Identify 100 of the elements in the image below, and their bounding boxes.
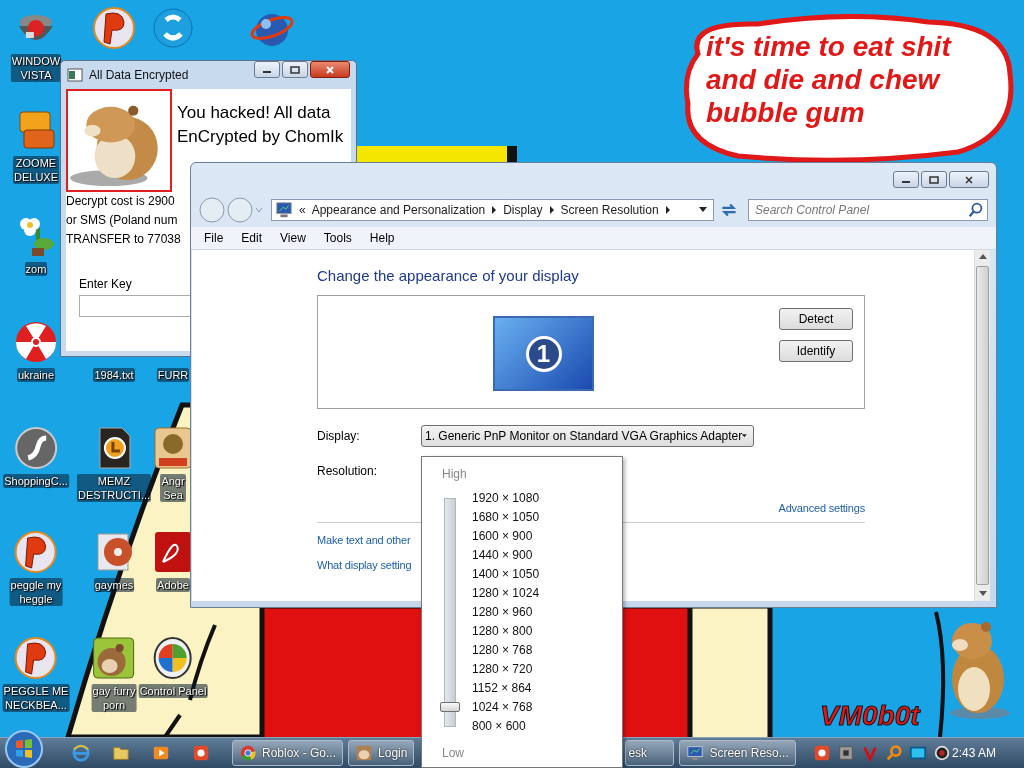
desktop-shortcut[interactable]: peggle my heggle <box>9 530 63 606</box>
help-link[interactable]: What display setting <box>317 559 412 571</box>
desktop-shortcut[interactable]: PEGGLE ME NECKBEA... <box>2 636 70 712</box>
breadcrumb[interactable]: Appearance and Personalization <box>311 203 486 217</box>
app-icon[interactable] <box>812 744 831 762</box>
resolution-option[interactable]: 1400 × 1050 <box>472 565 540 584</box>
breadcrumb[interactable]: Display <box>503 203 543 217</box>
screen-icon[interactable] <box>908 744 927 762</box>
circle-icon <box>151 6 195 50</box>
ball-icon <box>14 530 58 574</box>
desktop-shortcut[interactable]: ShoppingC... <box>3 426 69 488</box>
resolution-option[interactable]: 800 × 600 <box>472 717 526 736</box>
message-text: Decrypt cost is 2900 <box>66 193 175 210</box>
desktop-shortcut[interactable] <box>151 6 195 50</box>
bubble-text: it's time to eat shit and die and chew bubble gum <box>706 30 953 129</box>
monitor-icon <box>686 744 705 762</box>
minimize-button[interactable] <box>893 171 919 188</box>
desktop-shortcut[interactable]: FURR <box>151 320 195 382</box>
browser-icon <box>239 744 257 762</box>
maximize-button[interactable] <box>282 61 308 78</box>
caret-icon[interactable] <box>699 207 707 213</box>
control-panel-icon <box>151 636 195 680</box>
magnifier-icon[interactable] <box>884 744 903 762</box>
breadcrumb-overflow[interactable]: « <box>299 203 306 217</box>
panel-button[interactable]: Identify <box>779 340 853 362</box>
menu-item[interactable]: File <box>195 231 233 245</box>
ball-icon <box>14 636 58 680</box>
slider-thumb[interactable] <box>440 702 460 713</box>
close-button[interactable] <box>310 61 350 78</box>
window-title: All Data Encrypted <box>89 68 189 82</box>
caret-icon <box>742 433 747 439</box>
hamster-box-icon <box>92 636 136 680</box>
menu-item[interactable]: Edit <box>232 231 272 245</box>
desktop-shortcut[interactable]: ukraine <box>14 320 58 382</box>
window-icon <box>67 68 83 82</box>
display-number: 1 <box>525 335 562 372</box>
taskbar-button[interactable]: esk <box>625 740 675 766</box>
close-icon <box>964 175 974 184</box>
desktop-shortcut[interactable]: gaymes <box>92 530 136 592</box>
desktop-shortcut[interactable]: MEMZ DESTRUCTI... <box>76 426 152 502</box>
monitor-preview[interactable]: 1 <box>493 316 594 391</box>
swoosh-icon <box>14 426 58 470</box>
resolution-option[interactable]: 1280 × 800 <box>472 622 533 641</box>
resolution-option[interactable]: 1152 × 864 <box>472 679 532 698</box>
field-label: Resolution: <box>317 464 379 478</box>
chip-icon[interactable] <box>836 744 855 762</box>
panel-button[interactable]: Detect <box>779 308 853 330</box>
clock: 2:43 AM <box>951 746 996 760</box>
breadcrumb[interactable]: Screen Resolution <box>560 203 659 217</box>
player-icon[interactable] <box>152 744 170 762</box>
resolution-option[interactable]: 1280 × 720 <box>472 660 533 679</box>
slider-label: High <box>442 467 467 481</box>
resolution-option[interactable]: 1280 × 768 <box>472 641 533 660</box>
search-field[interactable]: Search Control Panel <box>748 199 988 221</box>
maximize-button[interactable] <box>921 171 947 188</box>
arrow-icon[interactable] <box>664 206 671 214</box>
taskbar-button[interactable]: Login <box>348 740 415 766</box>
resolution-option[interactable]: 1600 × 900 <box>472 527 533 546</box>
signature-text: VM0b0t <box>820 700 920 732</box>
slider-label: Low <box>442 746 464 760</box>
close-button[interactable] <box>949 171 989 188</box>
resolution-option[interactable]: 1280 × 1024 <box>472 584 540 603</box>
taskbar-button[interactable]: Screen Reso... <box>679 740 796 766</box>
resolution-option[interactable]: 1280 × 960 <box>472 603 533 622</box>
app-icon[interactable] <box>192 744 210 762</box>
menu-item[interactable]: Help <box>360 231 404 245</box>
maximize-icon <box>929 175 939 184</box>
radiation-icon <box>14 320 58 364</box>
desktop-shortcut[interactable] <box>92 6 136 50</box>
browser-icon[interactable] <box>72 744 90 762</box>
help-link[interactable]: Make text and other <box>317 534 411 546</box>
arrow-icon[interactable] <box>548 206 555 214</box>
desktop-shortcut[interactable]: ZOOME DELUXE <box>13 108 59 184</box>
arrow-icon[interactable] <box>491 206 498 214</box>
address-bar[interactable]: « Appearance and Personalization Display Screen Resolution <box>271 199 714 221</box>
taskbar-button[interactable]: Roblox - Go... <box>232 740 344 766</box>
minimize-button[interactable] <box>254 61 280 78</box>
desktop-shortcut[interactable]: gay furry porn <box>91 636 137 712</box>
resolution-option[interactable]: 1680 × 1050 <box>472 508 540 527</box>
desktop-shortcut[interactable]: zom <box>14 214 58 276</box>
ball-icon <box>92 6 136 50</box>
start-button[interactable] <box>4 729 44 768</box>
folder-icon[interactable] <box>112 744 130 762</box>
desktop-shortcut[interactable]: 1984.txt <box>92 320 136 382</box>
menu-item[interactable]: View <box>271 231 315 245</box>
resolution-option[interactable]: 1440 × 900 <box>472 546 533 565</box>
message-text: TRANSFER to 77038 <box>66 231 181 248</box>
resolution-option[interactable]: 1920 × 1080 <box>472 489 540 508</box>
speaker-icon[interactable] <box>932 744 951 762</box>
search-icon[interactable] <box>967 201 985 219</box>
message-text: or SMS (Poland num <box>66 212 178 229</box>
scroll-bar[interactable] <box>974 250 990 601</box>
resolution-option[interactable]: 1024 × 768 <box>472 698 533 717</box>
desktop-shortcut[interactable]: WINDOW VISTA <box>10 6 62 82</box>
menu-item[interactable]: Tools <box>314 231 361 245</box>
headline-text: You hacked! All data EnCrypted by ChomIk <box>177 102 345 148</box>
display-dropdown[interactable]: 1. Generic PnP Monitor on Standard VGA Graphics Adapter <box>421 425 754 447</box>
advanced-settings-link[interactable]: Advanced settings <box>778 502 865 514</box>
field-label: Display: <box>317 429 361 443</box>
maximize-icon <box>290 65 300 74</box>
